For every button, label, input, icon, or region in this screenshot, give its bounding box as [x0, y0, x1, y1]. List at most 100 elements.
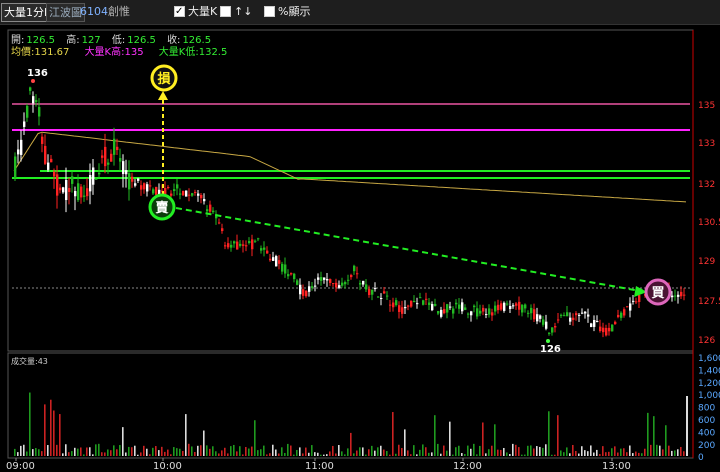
candle-body — [632, 300, 635, 302]
candle-body — [479, 310, 482, 314]
volume-bar — [68, 452, 70, 456]
volume-bar — [563, 452, 565, 456]
volume-bar — [245, 446, 247, 456]
candles — [14, 86, 686, 338]
buy-signal[interactable]: 買 — [644, 278, 672, 306]
volume-bar — [434, 415, 436, 456]
big-k-checkbox[interactable] — [174, 3, 185, 20]
volume-bar — [266, 454, 268, 456]
volume-bar — [437, 443, 439, 456]
volume-bar — [125, 452, 127, 456]
quote-line-2: 均價:131.67 大量K高:135 大量K低:132.5 — [11, 45, 227, 58]
volume-bar — [191, 446, 193, 456]
candle-body — [212, 210, 215, 213]
candle-body — [296, 280, 299, 285]
volume-bar — [329, 451, 331, 456]
volume-bar — [644, 448, 646, 456]
candle-body — [677, 294, 680, 297]
volume-bar — [323, 454, 325, 456]
candle-body — [236, 241, 239, 250]
candle-body — [224, 245, 227, 247]
candle-body — [551, 327, 554, 333]
candle-body — [218, 222, 221, 224]
volume-bar — [218, 453, 220, 456]
candle-body — [497, 304, 500, 311]
volume-bar — [575, 450, 577, 456]
quote-high: 127 — [82, 35, 101, 46]
volume-bar — [224, 447, 226, 456]
percent-toggle[interactable]: %顯示 — [264, 3, 310, 20]
candle-body — [89, 175, 92, 192]
candle-body — [110, 153, 113, 162]
quote-line-1: 開: 126.5 高: 127 低: 126.5 收: 126.5 — [11, 33, 211, 46]
volume-bar — [38, 449, 40, 456]
candle-body — [71, 176, 74, 184]
volume-bar — [446, 450, 448, 456]
volume-bar — [293, 454, 295, 456]
volume-bar — [662, 449, 664, 456]
volume-bar — [131, 447, 133, 456]
volume-bar — [674, 450, 676, 456]
candle-body — [434, 303, 437, 306]
quote-avg: 131.67 — [34, 47, 69, 58]
price-tick-label: 129 — [698, 257, 715, 267]
candle-body — [518, 301, 521, 310]
volume-bar — [197, 445, 199, 456]
volume-bar — [581, 446, 583, 456]
volume-bar — [137, 454, 139, 456]
sell-signal[interactable]: 賣 — [148, 193, 176, 221]
updown-checkbox[interactable] — [220, 5, 231, 17]
volume-bar — [641, 453, 643, 456]
price-tick-label: 135 — [698, 101, 715, 111]
volume-bar — [431, 452, 433, 456]
candle-body — [374, 288, 377, 290]
volume-bar — [545, 444, 547, 456]
volume-bar — [410, 454, 412, 456]
candle-body — [368, 288, 371, 295]
candle-body — [404, 307, 407, 309]
candle-body — [599, 326, 602, 332]
volume-bar — [62, 453, 64, 456]
volume-bar — [17, 452, 19, 456]
volume-bar — [341, 451, 343, 456]
candle-body — [455, 302, 458, 305]
candle-body — [563, 315, 566, 317]
candle-body — [290, 273, 293, 275]
volume-bar — [482, 422, 484, 456]
candle-body — [485, 314, 488, 316]
candle-body — [38, 107, 41, 117]
candle-body — [53, 171, 56, 177]
candle-body — [254, 240, 257, 242]
candle-body — [308, 286, 311, 292]
big-k-toggle[interactable]: 大量K — [174, 3, 217, 20]
volume-bar — [80, 447, 82, 456]
candle-body — [446, 304, 449, 313]
volume-bar — [272, 444, 274, 456]
candle-body — [515, 303, 518, 306]
volume-bar — [653, 416, 655, 456]
updown-toggle[interactable]: ↑↓ — [220, 3, 252, 20]
volume-bar — [626, 452, 628, 456]
candle-body — [185, 190, 188, 197]
volume-bar — [509, 454, 511, 456]
volume-bar — [170, 454, 172, 456]
volume-bar — [428, 452, 430, 456]
candle-body — [617, 314, 620, 318]
volume-bar — [140, 452, 142, 456]
price-tick-label: 130.5 — [698, 218, 720, 228]
candle-body — [500, 303, 503, 310]
stop-loss-signal[interactable]: 損 — [150, 64, 178, 92]
candle-body — [311, 286, 314, 288]
percent-checkbox[interactable] — [264, 5, 275, 17]
candle-body — [683, 294, 686, 296]
candle-body — [17, 149, 20, 155]
volume-bar — [302, 453, 304, 456]
volume-tick-label: 400 — [698, 428, 715, 438]
candle-body — [386, 295, 389, 297]
volume-bar — [143, 445, 145, 456]
volume-bar — [488, 449, 490, 456]
volume-bar — [284, 453, 286, 456]
candle-body — [326, 279, 329, 281]
candle-body — [494, 305, 497, 312]
volume-bar — [155, 446, 157, 456]
